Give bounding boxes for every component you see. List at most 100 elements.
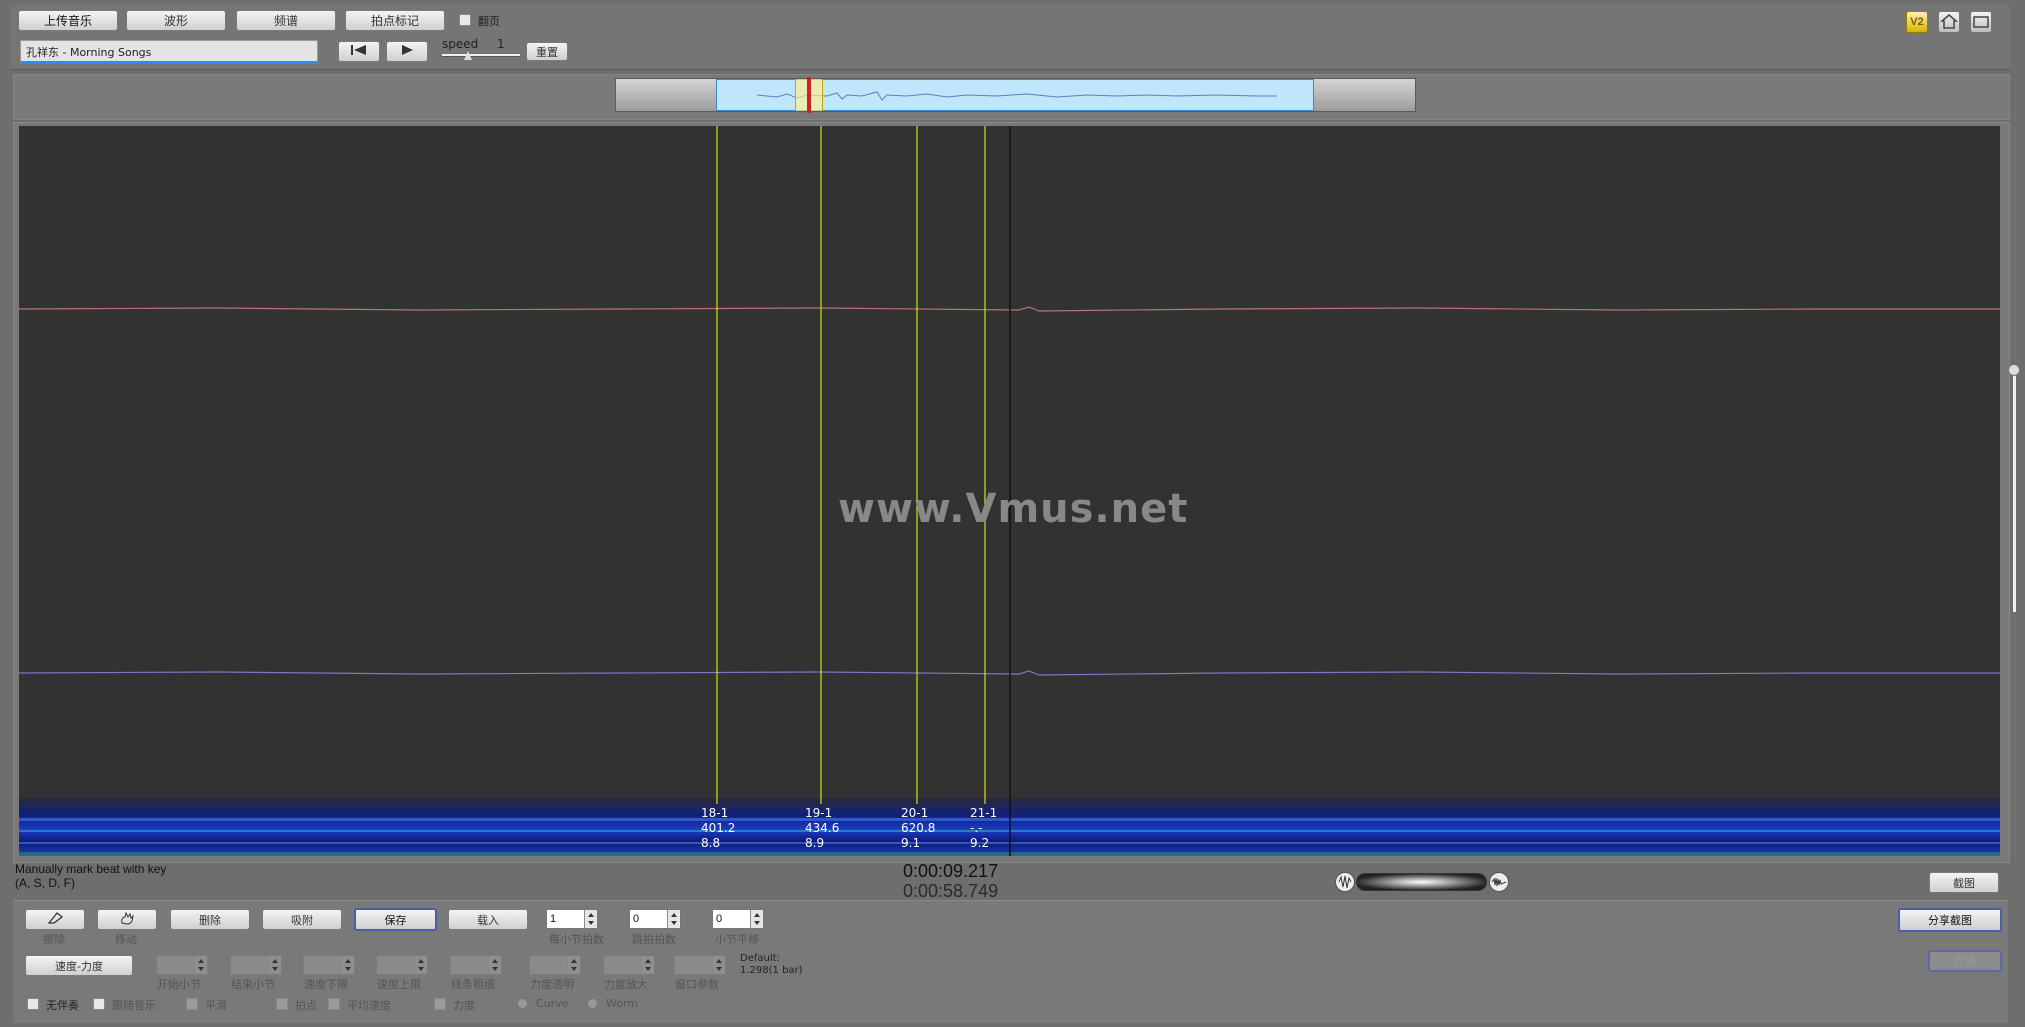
fullscreen-icon[interactable]: [1970, 11, 1992, 33]
default-value: 1.298(1 bar): [740, 965, 803, 976]
beat-tempo: -.-: [970, 821, 983, 835]
play-button[interactable]: [386, 41, 428, 62]
beat-mark-button[interactable]: 拍点标记: [345, 10, 445, 31]
beat-time: 8.9: [805, 836, 825, 850]
smooth-checkbox[interactable]: [186, 998, 198, 1010]
screenshot-button[interactable]: 截图: [1929, 872, 1999, 893]
no-accompaniment-label: 无伴奏: [46, 999, 79, 1012]
beat-checkbox-label: 拍点: [295, 999, 317, 1012]
tempo-upper-stepper[interactable]: [376, 955, 428, 975]
beats-per-bar-label: 每小节拍数: [549, 933, 604, 946]
speed-slider-thumb[interactable]: [464, 51, 472, 60]
window-param-label: 窗口参数: [675, 978, 719, 991]
smooth-label: 平滑: [205, 999, 227, 1012]
erase-button[interactable]: [25, 909, 85, 930]
curve-radio[interactable]: [517, 998, 528, 1009]
start-bar-label: 开始小节: [157, 978, 201, 991]
eraser-icon: [45, 911, 65, 928]
speed-value: 1: [497, 37, 505, 51]
beat-checkbox[interactable]: [276, 998, 288, 1010]
bar-offset-stepper[interactable]: 0: [712, 909, 764, 929]
page-turn-label: 翻页: [478, 15, 500, 28]
vertical-zoom-thumb[interactable]: [2008, 364, 2020, 376]
beats-per-bar-stepper[interactable]: 1: [546, 909, 598, 929]
window-param-stepper[interactable]: [674, 955, 726, 975]
snap-button[interactable]: 吸附: [262, 909, 342, 930]
beat-tempo: 401.2: [701, 821, 736, 835]
dyn-transparency-stepper[interactable]: [529, 955, 581, 975]
vertical-zoom-track[interactable]: [2013, 370, 2016, 612]
beat-label-4: 21-1 -.- 9.2: [970, 806, 997, 851]
waveform-zoom-in-icon[interactable]: [1489, 872, 1509, 892]
tempo-lower-stepper[interactable]: [303, 955, 355, 975]
spectrum-button[interactable]: 频谱: [236, 10, 336, 31]
dyn-zoom-stepper[interactable]: [603, 955, 655, 975]
line-width-stepper[interactable]: [450, 955, 502, 975]
follow-music-checkbox[interactable]: [93, 998, 105, 1010]
dynamics-checkbox[interactable]: [434, 998, 446, 1010]
upload-music-button[interactable]: 上传音乐: [18, 10, 118, 31]
overview-playhead[interactable]: [807, 77, 811, 113]
tempo-lower-label: 速度下限: [304, 978, 348, 991]
beat-bar: 19-1: [805, 806, 833, 820]
line-width-label: 线条粗细: [451, 978, 495, 991]
beat-time: 8.8: [701, 836, 721, 850]
worm-radio[interactable]: [587, 998, 598, 1009]
curve-label: Curve: [536, 997, 569, 1010]
skip-back-icon: [349, 44, 369, 59]
move-label: 移动: [115, 933, 137, 946]
reset-speed-button[interactable]: 重置: [526, 42, 568, 61]
no-accompaniment-checkbox[interactable]: [27, 998, 39, 1010]
worm-label: Worm: [606, 997, 639, 1010]
move-button[interactable]: [97, 909, 157, 930]
skip-beats-stepper[interactable]: 0: [629, 909, 681, 929]
dynamics-label: 力度: [453, 999, 475, 1012]
speed-label: speed: [442, 37, 479, 51]
end-bar-stepper[interactable]: [230, 955, 282, 975]
volume-slider[interactable]: [1356, 873, 1487, 891]
end-bar-label: 结束小节: [231, 978, 275, 991]
dyn-transparency-label: 力度透明: [530, 978, 574, 991]
beat-tempo: 620.8: [901, 821, 936, 835]
current-time: 0:00:09.217: [903, 861, 999, 881]
share-screenshot-button[interactable]: 分享截图: [1898, 908, 2002, 932]
delete-button[interactable]: 删除: [170, 909, 250, 930]
tempo-dynamics-button[interactable]: 速度-力度: [25, 955, 133, 976]
bar-offset-label: 小节平移: [715, 933, 759, 946]
total-time: 0:00:58.749: [903, 881, 999, 901]
beat-label-1: 18-1 401.2 8.8: [701, 806, 735, 851]
load-button[interactable]: 载入: [448, 909, 528, 930]
start-bar-stepper[interactable]: [156, 955, 208, 975]
tempo-upper-label: 速度上限: [377, 978, 421, 991]
erase-label: 擦除: [43, 933, 65, 946]
beat-time: 9.1: [901, 836, 921, 850]
beat-label-3: 20-1 620.8 9.1: [901, 806, 935, 851]
beat-label-2: 19-1 434.6 8.9: [805, 806, 839, 851]
avg-tempo-label: 平均速度: [347, 999, 391, 1012]
waveform-button[interactable]: 波形: [126, 10, 226, 31]
speed-slider-track[interactable]: [442, 54, 520, 57]
dyn-zoom-label: 力度放大: [604, 978, 648, 991]
track-name-field[interactable]: 孔祥东 - Morning Songs: [20, 40, 318, 64]
prev-button[interactable]: [338, 41, 380, 62]
save-button[interactable]: 保存: [354, 908, 437, 931]
page-turn-checkbox[interactable]: [459, 14, 471, 26]
hand-icon: [117, 911, 137, 928]
skip-beats-label: 跳拍拍数: [632, 933, 676, 946]
default-label: Default:: [740, 953, 780, 964]
grey-action-button[interactable]: 完成: [1928, 950, 2002, 972]
home-icon[interactable]: [1938, 11, 1960, 33]
follow-music-label: 跟随音乐: [112, 999, 156, 1012]
avg-tempo-checkbox[interactable]: [328, 998, 340, 1010]
waveform-zoom-out-icon[interactable]: [1335, 872, 1355, 892]
beat-bar: 21-1: [970, 806, 998, 820]
watermark: www.Vmus.net: [838, 486, 1189, 532]
hint-line-1: Manually mark beat with key: [15, 862, 167, 876]
beat-tempo: 434.6: [805, 821, 840, 835]
v2-icon[interactable]: V2: [1906, 11, 1928, 33]
beat-bar: 20-1: [901, 806, 929, 820]
beat-bar: 18-1: [701, 806, 729, 820]
beat-time: 9.2: [970, 836, 990, 850]
hint-line-2: (A, S, D, F): [15, 876, 75, 890]
play-icon: [400, 44, 414, 59]
